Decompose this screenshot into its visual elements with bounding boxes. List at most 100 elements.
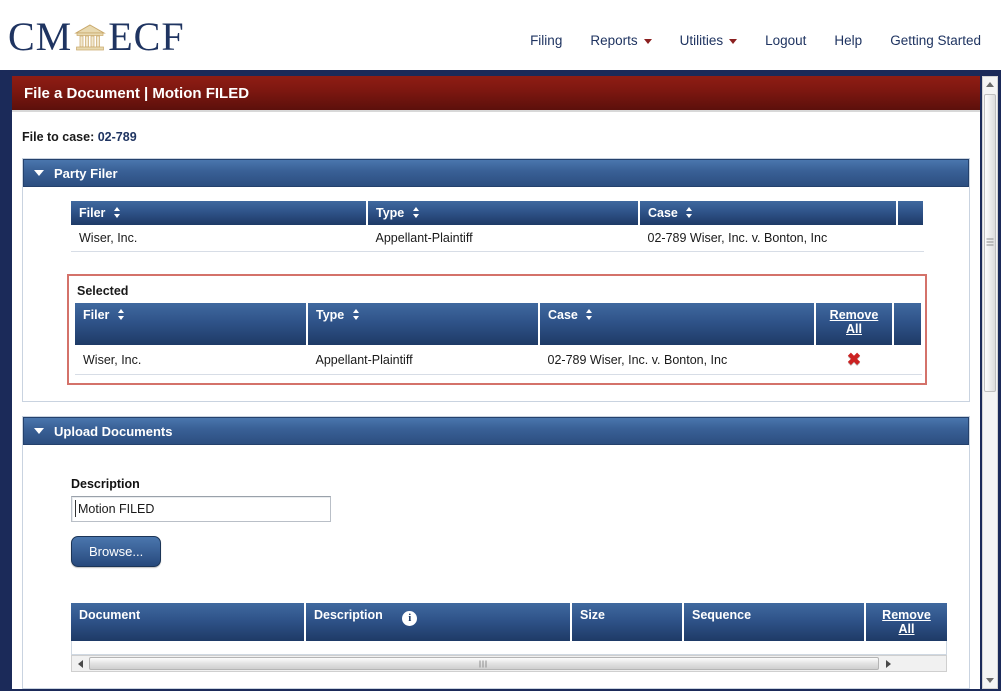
- text-cursor: [75, 500, 76, 517]
- cell-type: Appellant-Plaintiff: [307, 345, 539, 375]
- nav-label-help: Help: [834, 33, 863, 48]
- triangle-down-icon: [34, 170, 44, 176]
- nav-label-logout: Logout: [765, 33, 807, 48]
- column-label-type: Type: [376, 206, 405, 220]
- column-label-sequence: Sequence: [692, 608, 752, 622]
- nav-item-getting-started[interactable]: Getting Started: [876, 30, 995, 51]
- table-row[interactable]: Wiser, Inc. Appellant-Plaintiff 02-789 W…: [75, 345, 921, 375]
- main-navigation: Filing Reports Utilities Logout Help Get…: [516, 30, 995, 51]
- column-label-case: Case: [548, 308, 578, 322]
- nav-item-utilities[interactable]: Utilities: [666, 30, 752, 51]
- logo-text-cm: CM: [8, 14, 73, 59]
- scroll-left-arrow[interactable]: [72, 656, 88, 671]
- cell-remove: ✖: [815, 345, 893, 375]
- column-label-filer: Filer: [79, 206, 106, 220]
- triangle-down-icon: [34, 428, 44, 434]
- column-label-case: Case: [648, 206, 678, 220]
- vertical-scroll-thumb[interactable]: [984, 94, 996, 392]
- cell-spacer: [893, 345, 921, 375]
- file-to-case-label: File to case:: [22, 130, 95, 144]
- column-header-type[interactable]: Type: [367, 201, 640, 225]
- selected-panel-title: Selected: [77, 284, 129, 298]
- remove-all-link[interactable]: Remove All: [874, 608, 939, 636]
- chevron-down-icon: [729, 39, 738, 44]
- table-row[interactable]: Wiser, Inc. Appellant-Plaintiff 02-789 W…: [71, 225, 923, 252]
- section-party-filer: Party Filer Filer Type Case Wiser, Inc. …: [22, 158, 970, 402]
- cell-case: 02-789 Wiser, Inc. v. Bonton, Inc: [539, 345, 815, 375]
- nav-item-logout[interactable]: Logout: [751, 30, 820, 51]
- section-body-party-filer: Filer Type Case Wiser, Inc. Appellant-Pl…: [23, 187, 969, 401]
- party-filer-table: Filer Type Case Wiser, Inc. Appellant-Pl…: [71, 201, 924, 252]
- cell-case: 02-789 Wiser, Inc. v. Bonton, Inc: [639, 225, 897, 252]
- red-x-icon[interactable]: ✖: [847, 351, 861, 368]
- browse-button[interactable]: Browse...: [71, 536, 162, 567]
- column-header-filer[interactable]: Filer: [75, 303, 308, 345]
- section-upload-documents: Upload Documents Description Browse...: [22, 416, 970, 689]
- page-title-bar: File a Document | Motion FILED: [12, 76, 980, 112]
- cell-filer: Wiser, Inc.: [75, 345, 307, 375]
- section-title-upload-documents: Upload Documents: [54, 423, 173, 439]
- description-label: Description: [71, 477, 140, 491]
- column-header-description: Description i: [305, 603, 572, 641]
- scroll-down-arrow[interactable]: [983, 673, 997, 688]
- selected-filers-table: Filer Type Case Remove All Wiser, Inc. A…: [75, 303, 922, 375]
- nav-item-help[interactable]: Help: [820, 30, 876, 51]
- section-body-upload-documents: Description Browse...: [23, 445, 969, 688]
- column-header-remove-all: Remove All: [815, 303, 894, 345]
- column-header-case[interactable]: Case: [639, 201, 898, 225]
- scroll-up-arrow[interactable]: [983, 77, 997, 92]
- nav-item-reports[interactable]: Reports: [576, 30, 665, 51]
- scroll-right-arrow[interactable]: [880, 656, 896, 671]
- table-header-row: Filer Type Case: [75, 303, 921, 345]
- app-window: CM ECF Filing Reports Utilities Logout H…: [0, 0, 1001, 691]
- vertical-scrollbar[interactable]: [982, 76, 998, 689]
- column-header-type[interactable]: Type: [307, 303, 540, 345]
- nav-label-utilities: Utilities: [679, 33, 724, 48]
- column-header-document: Document: [71, 603, 306, 641]
- scroll-grip-icon: [479, 660, 489, 667]
- upload-form: Description Browse...: [23, 459, 969, 567]
- nav-label-reports: Reports: [590, 33, 638, 48]
- horizontal-scroll-thumb[interactable]: [89, 657, 879, 670]
- column-label-size: Size: [580, 608, 606, 622]
- file-to-case: File to case: 02-789: [12, 112, 980, 144]
- nav-label-filing: Filing: [530, 33, 563, 48]
- documents-table-wrapper: Document Description i Size Sequence Rem…: [71, 603, 947, 655]
- column-header-case[interactable]: Case: [539, 303, 816, 345]
- sort-icon: [117, 309, 125, 320]
- sort-icon: [113, 207, 121, 218]
- description-input[interactable]: [71, 496, 331, 522]
- logo-text-ecf: ECF: [108, 14, 185, 59]
- table-header-row: Document Description i Size Sequence Rem…: [71, 603, 947, 641]
- nav-item-filing[interactable]: Filing: [516, 30, 576, 51]
- cell-type: Appellant-Plaintiff: [367, 225, 639, 252]
- horizontal-scrollbar[interactable]: [71, 655, 947, 672]
- section-title-party-filer: Party Filer: [54, 165, 118, 181]
- column-header-remove-all: Remove All: [865, 603, 947, 641]
- page-viewport: File a Document | Motion FILED File to c…: [12, 76, 980, 689]
- cell-filer: Wiser, Inc.: [71, 225, 367, 252]
- column-header-filer[interactable]: Filer: [71, 201, 368, 225]
- info-icon[interactable]: i: [402, 611, 418, 626]
- courthouse-icon: [73, 20, 107, 54]
- scroll-grip-icon: [986, 238, 994, 248]
- selected-filers-panel: Selected Filer Type Case Remove All Wise…: [67, 274, 927, 385]
- column-header-sequence: Sequence: [683, 603, 866, 641]
- cell-actions: [897, 225, 923, 252]
- cmecf-logo: CM ECF: [8, 17, 185, 57]
- section-header-upload-documents[interactable]: Upload Documents: [23, 417, 969, 445]
- column-header-size: Size: [571, 603, 684, 641]
- table-header-row: Filer Type Case: [71, 201, 923, 225]
- page-title: File a Document | Motion FILED: [24, 84, 250, 102]
- column-label-type: Type: [316, 308, 345, 322]
- content-frame: File a Document | Motion FILED File to c…: [0, 70, 1001, 691]
- section-header-party-filer[interactable]: Party Filer: [23, 159, 969, 187]
- column-label-filer: Filer: [83, 308, 110, 322]
- top-bar: CM ECF Filing Reports Utilities Logout H…: [0, 0, 1001, 70]
- chevron-down-icon: [643, 39, 652, 44]
- nav-label-getting-started: Getting Started: [890, 33, 981, 48]
- column-header-spacer: [893, 303, 921, 345]
- remove-all-link[interactable]: Remove All: [824, 308, 884, 336]
- description-input-wrapper: [71, 496, 331, 522]
- column-label-description: Description: [314, 608, 383, 622]
